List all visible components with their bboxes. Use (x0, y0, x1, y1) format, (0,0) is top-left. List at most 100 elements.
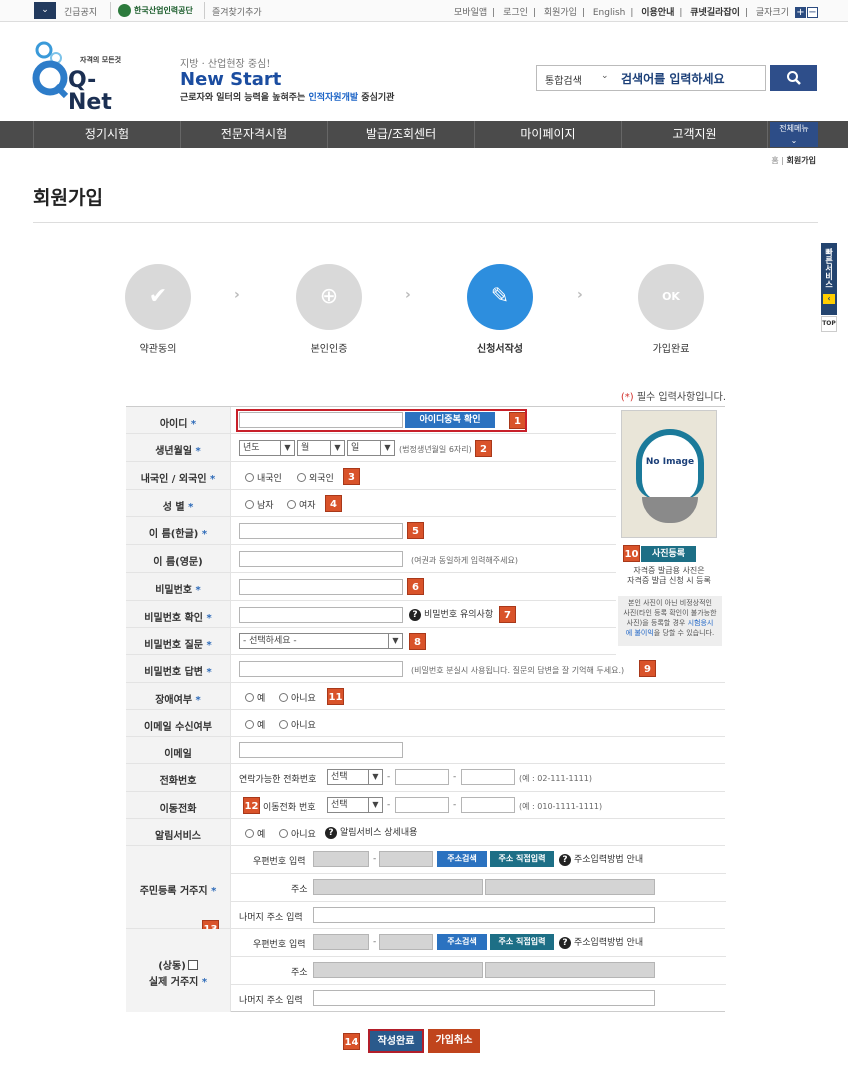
birth-day-select[interactable]: 일 ▼ (347, 440, 395, 456)
pw-help-link[interactable]: ? 비밀번호 유의사항 (409, 607, 493, 621)
submit-button[interactable]: 작성완료 (368, 1029, 424, 1053)
label-cell: 이메일 수신여부 (126, 710, 230, 736)
quick-service-panel[interactable]: 빠른서비스 ‹ (821, 243, 837, 315)
marker-number: 6 (407, 578, 424, 595)
favorite-link[interactable]: 즐겨찾기추가 (212, 5, 262, 18)
address-input-2[interactable] (485, 962, 655, 978)
mobile-label: 이동전화 (159, 804, 197, 815)
address-help-link[interactable]: ? 주소입력방법 안내 (559, 852, 643, 866)
zip-input-1[interactable] (313, 934, 369, 950)
row-mobile: 이동전화 12 이동전화 번호 선택 ▼ - - (예 : 010-1111-11… (126, 792, 725, 819)
address-input-1[interactable] (313, 879, 483, 895)
zip-input-1[interactable] (313, 851, 369, 867)
signup-link[interactable]: 회원가입 (544, 8, 577, 18)
row-password-answer: 비밀번호 답변 * (비밀번호 분실시 사용됩니다. 질문의 답변을 잘 기억해… (126, 655, 725, 683)
radio-email-no[interactable]: 아니요 (279, 718, 316, 731)
row-nationality: 내국인 / 외국인 * 내국인 외국인 3 (126, 462, 616, 490)
qnet-guide-link[interactable]: 큐넷길라잡이 (690, 8, 740, 18)
birth-year-select[interactable]: 년도 ▼ (239, 440, 295, 456)
mobile-mid-input[interactable] (395, 797, 449, 813)
name-kr-input[interactable] (239, 523, 403, 539)
field-cell: - 선택하세요 - ▼ 8 (230, 628, 426, 654)
alarm-help-link[interactable]: ? 알림서비스 상세내용 (325, 825, 417, 839)
pw-question-select[interactable]: - 선택하세요 - ▼ (239, 633, 403, 649)
row-password-confirm: 비밀번호 확인 * ? 비밀번호 유의사항 7 (126, 601, 616, 628)
name-en-input[interactable] (239, 551, 403, 567)
font-plus-button[interactable]: + (795, 7, 806, 18)
address-search-button[interactable]: 주소검색 (437, 851, 487, 867)
birth-month-select[interactable]: 월 ▼ (297, 440, 345, 456)
notice-link[interactable]: 긴급공지 (64, 5, 97, 18)
radio-alarm-yes[interactable]: 예 (245, 827, 265, 840)
qnet-logo[interactable]: 자격의 모든것 Q-Net (32, 40, 122, 114)
email-input[interactable] (239, 742, 403, 758)
hrd-korea-logo[interactable]: 한국산업인력공단 (118, 4, 193, 18)
nav-issue-center[interactable]: 발급/조회센터 (327, 121, 474, 148)
dropdown-toggle-button[interactable]: ⌄ (34, 2, 56, 19)
address-rest-input[interactable] (313, 990, 655, 1006)
radio-email-yes[interactable]: 예 (245, 718, 265, 731)
address-search-button[interactable]: 주소검색 (437, 934, 487, 950)
login-link[interactable]: 로그인 (503, 8, 528, 18)
dash: - (453, 800, 457, 810)
phone-last-input[interactable] (461, 769, 515, 785)
search-icon (786, 71, 801, 85)
password-input[interactable] (239, 579, 403, 595)
font-minus-button[interactable]: − (807, 7, 818, 18)
marker-number: 5 (407, 522, 424, 539)
chevron-right-icon: › (577, 287, 583, 303)
field-cell: 아이디중복 확인 1 (230, 407, 526, 433)
english-link[interactable]: English (593, 8, 626, 18)
nav-regular-exam[interactable]: 정기시험 (33, 121, 180, 148)
address-direct-button[interactable]: 주소 직접입력 (490, 851, 554, 867)
nav-customer-support[interactable]: 고객지원 (621, 121, 768, 148)
phone-prefix-select[interactable]: 선택 ▼ (327, 769, 383, 785)
same-as-above-checkbox[interactable] (187, 960, 198, 970)
address-input-1[interactable] (313, 962, 483, 978)
search-input[interactable]: 검색어를 입력하세요 (621, 70, 725, 87)
address-direct-button[interactable]: 주소 직접입력 (490, 934, 554, 950)
all-menu-button[interactable]: 전체메뉴 ⌄ (770, 122, 818, 147)
zip-input-2[interactable] (379, 851, 433, 867)
search-scope-select[interactable]: 통합검색 (545, 72, 582, 87)
zip-input-2[interactable] (379, 934, 433, 950)
cancel-button[interactable]: 가입취소 (428, 1029, 480, 1053)
top-utility-bar: ⌄ 긴급공지 한국산업인력공단 즐겨찾기추가 모바일앱 | 로그인 | 회원가입 | … (0, 0, 848, 22)
radio-no-label: 아니요 (291, 694, 316, 704)
radio-no-label: 아니요 (291, 830, 316, 840)
radio-disability-no[interactable]: 아니요 (279, 691, 316, 704)
breadcrumb-home[interactable]: 홈 (771, 156, 778, 165)
password-confirm-input[interactable] (239, 607, 403, 623)
photo-note-line1: 본인 사진이 아닌 비정상적인 (628, 599, 712, 607)
pw-answer-input[interactable] (239, 661, 403, 677)
nav-professional-exam[interactable]: 전문자격시험 (180, 121, 327, 148)
quick-service-label: 빠른서비스 (824, 248, 834, 288)
radio-foreigner[interactable]: 외국인 (297, 471, 334, 484)
radio-foreigner-label: 외국인 (309, 474, 334, 484)
phone-mid-input[interactable] (395, 769, 449, 785)
row-email-receive: 이메일 수신여부 예 아니요 (126, 710, 725, 737)
address-help-link[interactable]: ? 주소입력방법 안내 (559, 935, 643, 949)
mobile-app-link[interactable]: 모바일앱 (454, 8, 487, 18)
field-cell: 12 이동전화 번호 선택 ▼ - - (예 : 010-1111-1111) (230, 792, 602, 818)
address-input-2[interactable] (485, 879, 655, 895)
dash: - (373, 854, 377, 864)
mobile-last-input[interactable] (461, 797, 515, 813)
radio-native[interactable]: 내국인 (245, 471, 282, 484)
nav-mypage[interactable]: 마이페이지 (474, 121, 621, 148)
photo-note-line2: 사진(타인 등록 확인이 불가능한 (623, 609, 717, 617)
mobile-prefix-select[interactable]: 선택 ▼ (327, 797, 383, 813)
guide-link[interactable]: 이용안내 (641, 8, 674, 18)
radio-alarm-no[interactable]: 아니요 (279, 827, 316, 840)
radio-female[interactable]: 여자 (287, 498, 316, 511)
required-note: (*) 필수 입력사항입니다. (621, 388, 726, 403)
photo-register-button[interactable]: 사진등록 (641, 546, 696, 562)
highlight-box (236, 409, 527, 432)
phone-prefix-value: 선택 (331, 772, 348, 782)
radio-disability-yes[interactable]: 예 (245, 691, 265, 704)
search-button[interactable] (770, 65, 817, 91)
address-rest-input[interactable] (313, 907, 655, 923)
alarm-help-text: 알림서비스 상세내용 (340, 828, 418, 838)
top-button[interactable]: TOP (821, 316, 837, 332)
radio-male[interactable]: 남자 (245, 498, 274, 511)
